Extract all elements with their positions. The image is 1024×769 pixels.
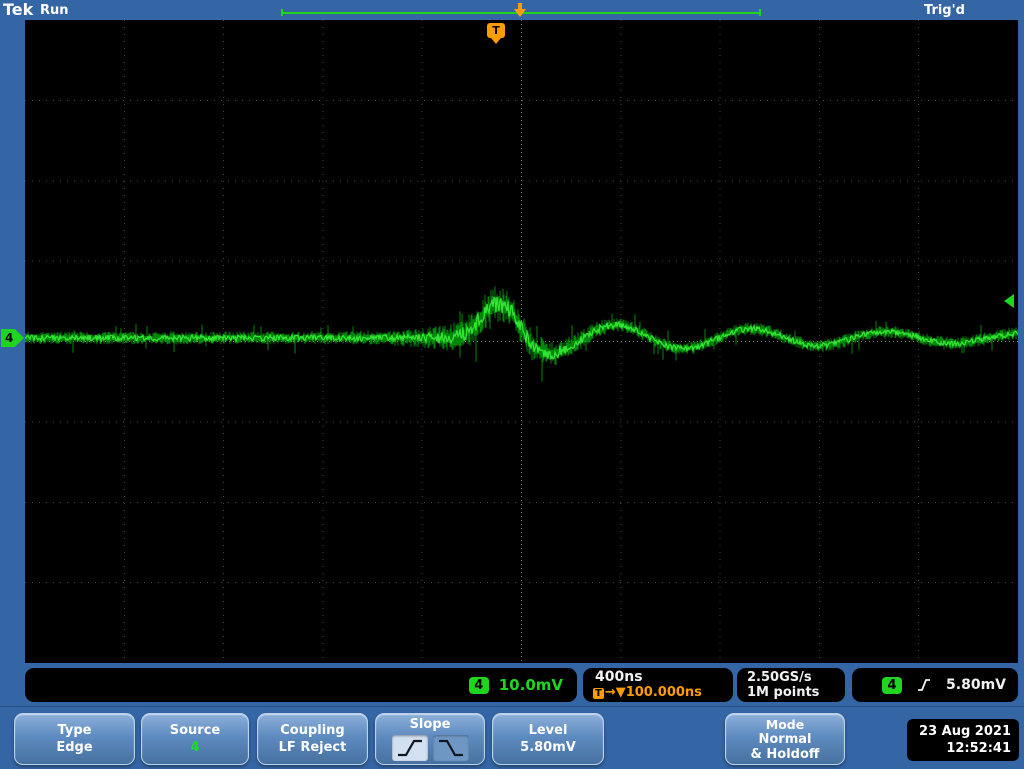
trigger-flag[interactable]: T bbox=[487, 23, 505, 38]
coupling-value: LF Reject bbox=[258, 740, 367, 755]
delay-arrows-icon: →▼ bbox=[605, 685, 626, 700]
type-button[interactable]: Type Edge bbox=[14, 713, 135, 765]
mode-label: Mode bbox=[726, 717, 844, 732]
trigger-position-marker-icon[interactable] bbox=[513, 3, 527, 18]
acquisition-readout: 2.50GS/s 1M points bbox=[737, 668, 845, 702]
slope-label: Slope bbox=[376, 717, 484, 732]
mode-value: Normal bbox=[726, 732, 844, 747]
trigger-level-arrow-icon[interactable] bbox=[1004, 294, 1014, 308]
level-value: 5.80mV bbox=[493, 740, 603, 755]
coupling-button[interactable]: Coupling LF Reject bbox=[257, 713, 368, 765]
record-view-end-tick bbox=[759, 9, 761, 16]
scope-display bbox=[25, 20, 1018, 663]
timebase-scale: 400ns bbox=[595, 670, 725, 685]
type-label: Type bbox=[15, 723, 134, 738]
delay-t-icon: T bbox=[593, 688, 604, 699]
source-label: Source bbox=[142, 723, 248, 738]
trigger-flag-pointer-icon bbox=[491, 38, 501, 44]
sample-rate: 2.50GS/s bbox=[747, 670, 837, 685]
delay-readout: T→▼100.000ns bbox=[593, 685, 725, 701]
waveform-trace bbox=[25, 20, 1018, 663]
channel4-position-marker[interactable]: 4 bbox=[1, 329, 24, 347]
acquisition-status: Run bbox=[40, 3, 69, 18]
channel-scale: 10.0mV bbox=[499, 676, 563, 694]
datetime-display: 23 Aug 2021 12:52:41 bbox=[907, 719, 1019, 761]
trigger-slope-icon bbox=[916, 677, 932, 693]
channel-badge: 4 bbox=[469, 677, 489, 694]
tek-logo: Tek bbox=[3, 0, 33, 19]
coupling-label: Coupling bbox=[258, 723, 367, 738]
level-label: Level bbox=[493, 723, 603, 738]
delay-value: 100.000ns bbox=[626, 685, 702, 700]
date-value: 23 Aug 2021 bbox=[915, 723, 1011, 740]
channel-readout: 4 10.0mV bbox=[25, 668, 577, 702]
trigger-level-value: 5.80mV bbox=[946, 677, 1006, 693]
mode-button[interactable]: Mode Normal & Holdoff bbox=[725, 713, 845, 765]
record-length: 1M points bbox=[747, 685, 837, 700]
timebase-readout: 400ns T→▼100.000ns bbox=[583, 668, 733, 702]
mode-value2: & Holdoff bbox=[726, 747, 844, 762]
trigger-source-badge: 4 bbox=[882, 677, 902, 694]
source-value: 4 bbox=[142, 740, 248, 755]
falling-edge-icon[interactable] bbox=[433, 735, 469, 761]
source-button[interactable]: Source 4 bbox=[141, 713, 249, 765]
trigger-readout: 4 5.80mV bbox=[852, 668, 1018, 702]
record-view-start-tick bbox=[281, 9, 283, 16]
level-button[interactable]: Level 5.80mV bbox=[492, 713, 604, 765]
trigger-status: Trig'd bbox=[924, 3, 965, 18]
time-value: 12:52:41 bbox=[915, 740, 1011, 757]
slope-button[interactable]: Slope bbox=[375, 713, 485, 765]
rising-edge-icon[interactable] bbox=[392, 735, 428, 761]
type-value: Edge bbox=[15, 740, 134, 755]
